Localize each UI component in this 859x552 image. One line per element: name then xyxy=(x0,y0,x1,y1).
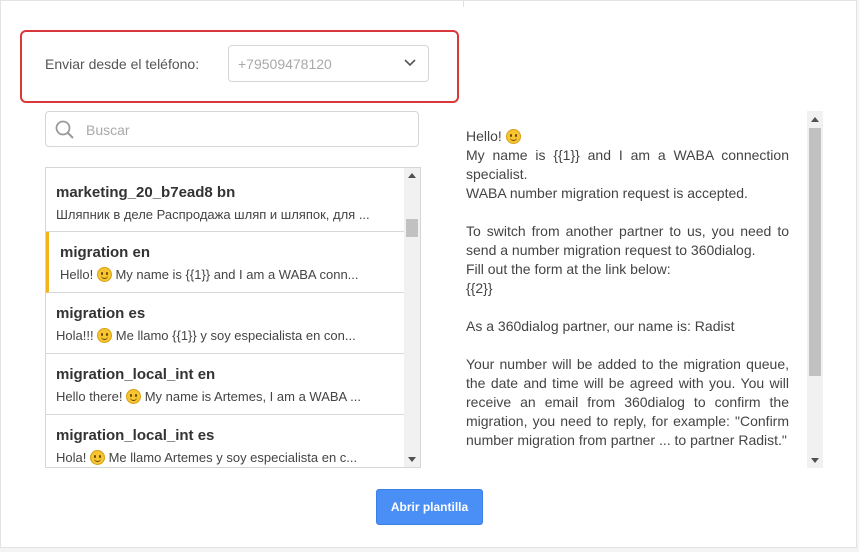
template-item[interactable]: migration es Hola!!! Me llamo {{1}} y so… xyxy=(46,293,404,354)
preview-line: My name is {{1}} and I am a WABA connect… xyxy=(466,147,789,182)
preview-line: As a 360dialog partner, our name is: Rad… xyxy=(466,318,735,334)
preview-line: {{2}} xyxy=(466,280,493,296)
template-preview: Hello! My name is {{1}} and I am a WABA … xyxy=(60,267,359,282)
divider xyxy=(463,1,464,7)
preview-greeting: Hello! xyxy=(466,128,506,144)
template-item[interactable]: migration_local_int es Hola! Me llamo Ar… xyxy=(46,415,404,467)
smiley-emoji-icon xyxy=(89,450,105,465)
preview-line: Fill out the form at the link below: xyxy=(466,261,671,277)
scroll-thumb[interactable] xyxy=(406,219,418,237)
template-title: migration_local_int en xyxy=(56,366,216,383)
template-preview: Hello there! My name is Artemes, I am a … xyxy=(56,389,361,404)
smiley-emoji-icon xyxy=(126,389,142,404)
scroll-thumb[interactable] xyxy=(809,128,821,376)
template-modal: Enviar desde el teléfono: +79509478120 B… xyxy=(0,0,857,548)
template-preview-text: Hello! My name is {{1}} and I am a WABA … xyxy=(466,127,789,450)
preview-line: WABA number migration request is accepte… xyxy=(466,185,748,201)
preview-scrollbar[interactable] xyxy=(807,111,823,468)
template-preview: Hola!!! Me llamo {{1}} y soy especialist… xyxy=(56,328,356,343)
phone-select[interactable]: +79509478120 xyxy=(228,45,429,82)
search-input[interactable]: Buscar xyxy=(45,111,419,147)
smiley-emoji-icon xyxy=(97,328,113,343)
template-list: marketing_20_b7ead8 bn Шляпник в деле Ра… xyxy=(45,167,421,468)
smiley-emoji-icon xyxy=(96,267,112,282)
scroll-up-icon[interactable] xyxy=(408,173,416,178)
template-title: migration en xyxy=(60,244,151,261)
template-item[interactable]: marketing_20_b7ead8 bn Шляпник в деле Ра… xyxy=(46,168,404,232)
open-template-button[interactable]: Abrir plantilla xyxy=(376,489,483,525)
template-preview: Hola! Me llamo Artemes y soy especialist… xyxy=(56,450,358,465)
template-item[interactable]: migration_local_int en Hello there! My n… xyxy=(46,354,404,415)
search-icon xyxy=(55,120,74,139)
search-placeholder: Buscar xyxy=(86,122,130,138)
scroll-down-icon[interactable] xyxy=(811,458,819,463)
chevron-down-icon xyxy=(404,59,416,67)
phone-value: +79509478120 xyxy=(238,56,332,72)
phone-selector-highlight: Enviar desde el teléfono: +79509478120 xyxy=(20,30,459,103)
template-title: migration_local_int es xyxy=(56,427,215,444)
preview-line: Your number will be added to the migrati… xyxy=(466,356,789,448)
list-scrollbar[interactable] xyxy=(404,168,420,467)
phone-label: Enviar desde el teléfono: xyxy=(45,56,200,72)
template-preview: Шляпник в деле Распродажа шляп и шляпок,… xyxy=(56,207,370,222)
template-title: marketing_20_b7ead8 bn xyxy=(56,184,236,201)
preview-line: To switch from another partner to us, yo… xyxy=(466,223,789,258)
template-item-selected[interactable]: migration en Hello! My name is {{1}} and… xyxy=(46,232,404,293)
smiley-emoji-icon xyxy=(505,129,521,144)
scroll-up-icon[interactable] xyxy=(811,117,819,122)
scroll-down-icon[interactable] xyxy=(408,457,416,462)
template-title: migration es xyxy=(56,305,146,322)
